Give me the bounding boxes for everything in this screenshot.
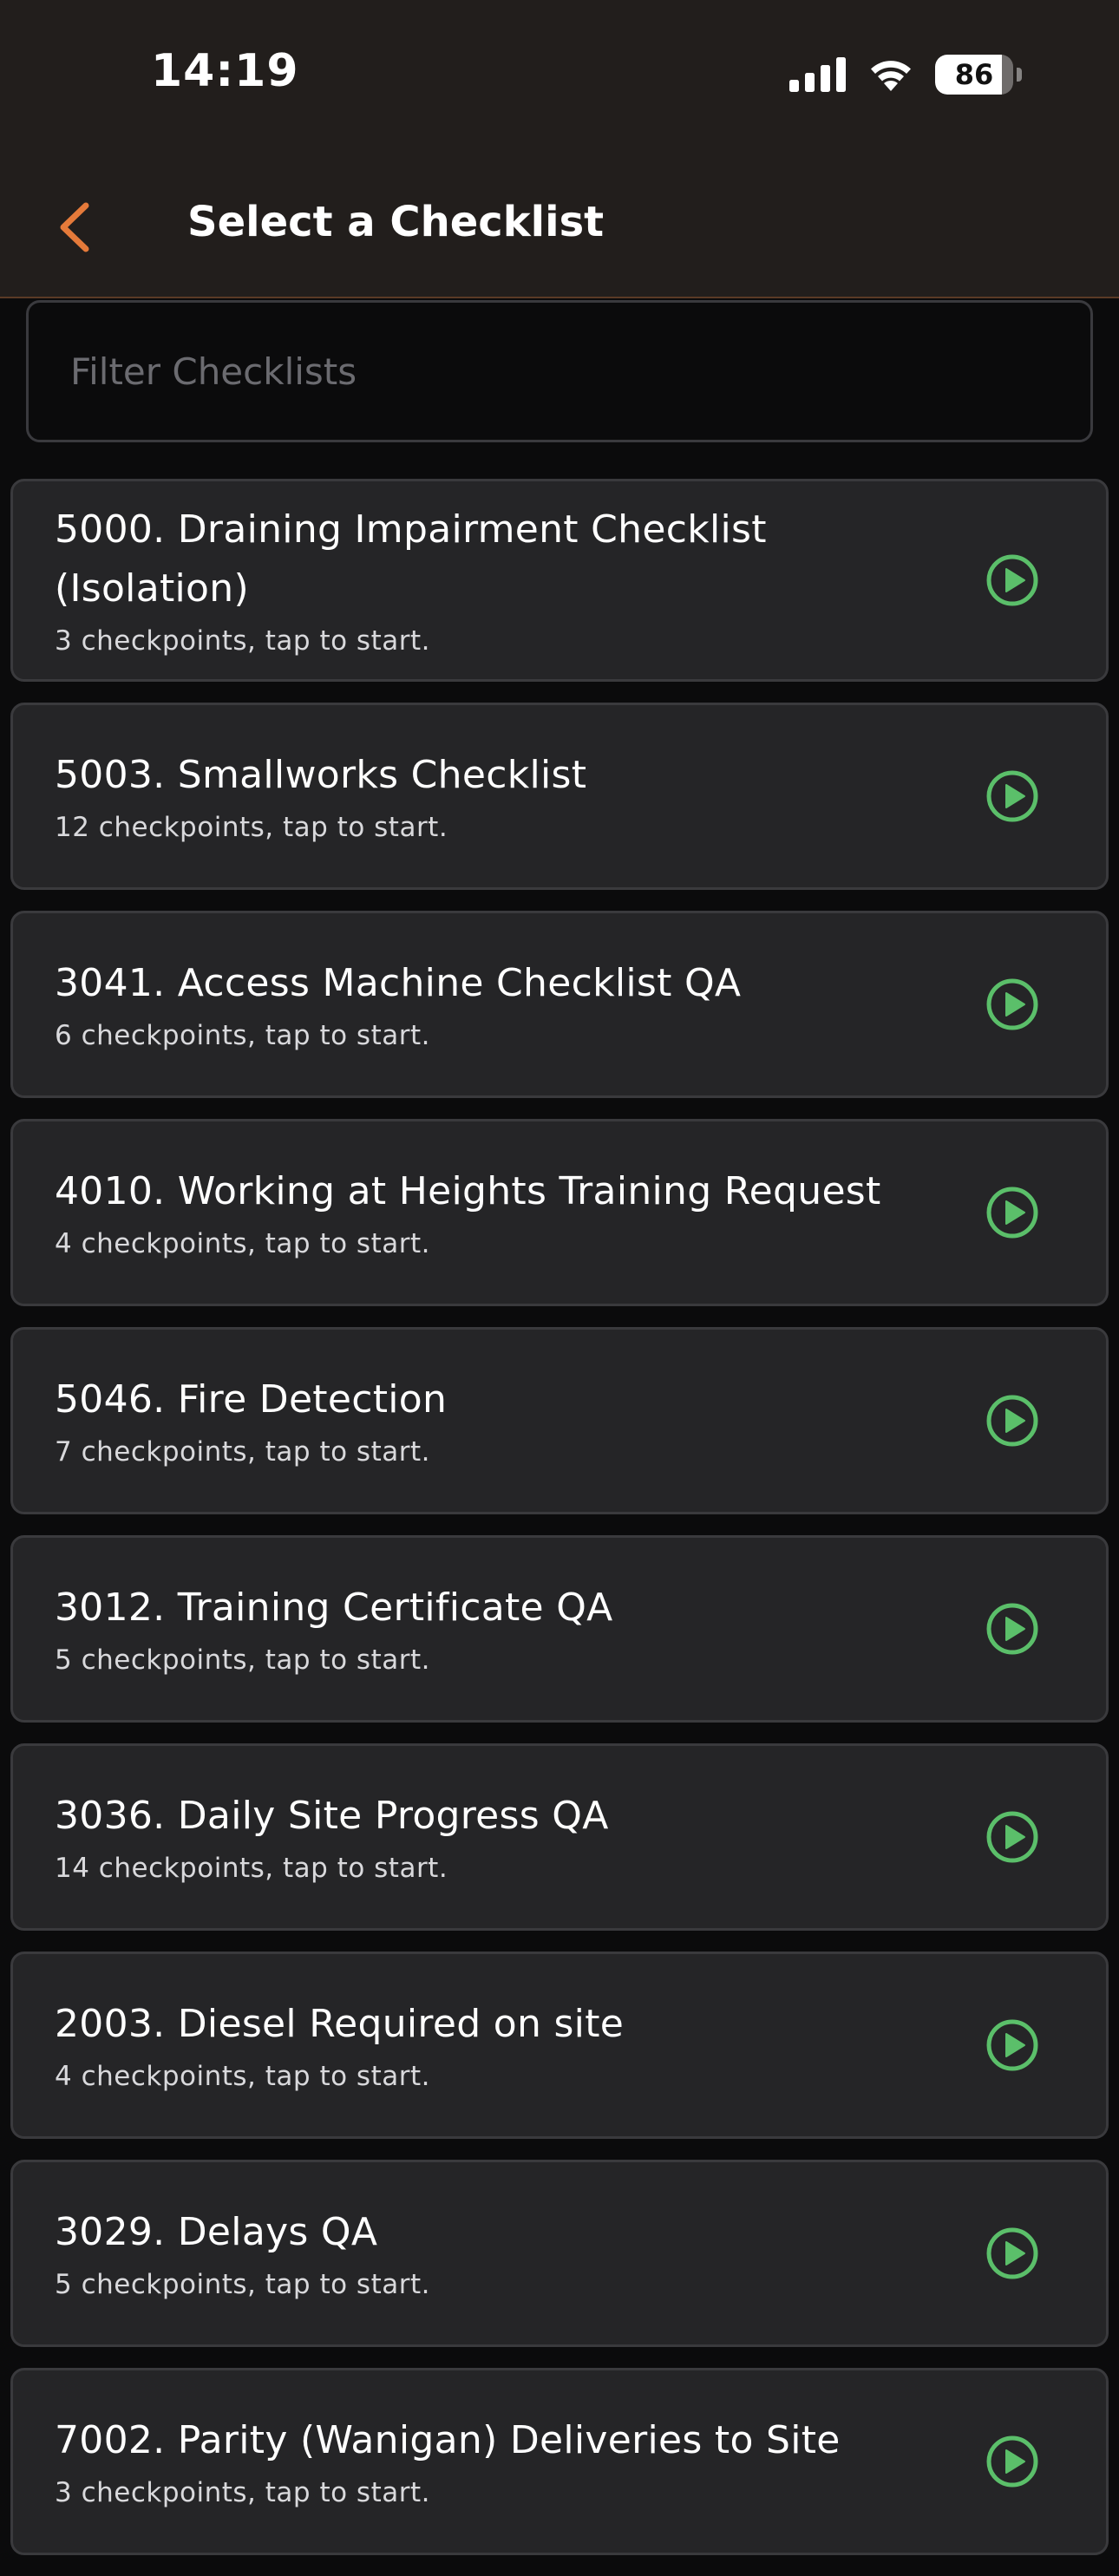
battery-cap [1017, 68, 1022, 82]
checklist-item[interactable]: 2003. Diesel Required on site 4 checkpoin… [10, 1952, 1109, 2139]
checklist-item-text: 3029. Delays QA 5 checkpoints, tap to sta… [55, 2203, 922, 2304]
play-icon[interactable] [985, 1185, 1040, 1240]
play-icon[interactable] [985, 2017, 1040, 2073]
checklist-item[interactable]: 5000. Draining Impairment Checklist (Iso… [10, 479, 1109, 682]
checklist-item-title: 3041. Access Machine Checklist QA [55, 961, 742, 1005]
checklist-item-text: 3012. Training Certificate QA 5 checkpoin… [55, 1579, 922, 1679]
checklist-item[interactable]: 4010. Working at Heights Training Reques… [10, 1119, 1109, 1306]
header-bar: 14:19 86 Select a Checklist [0, 0, 1119, 298]
checklist-item-title: 4010. Working at Heights Training Reques… [55, 1169, 881, 1213]
battery-indicator: 86 [935, 55, 1013, 95]
chevron-left-icon [60, 202, 89, 252]
checklist-item-subtitle: 5 checkpoints, tap to start. [55, 2269, 430, 2300]
filter-field[interactable] [26, 300, 1093, 442]
checklist-item-text: 4010. Working at Heights Training Reques… [55, 1162, 922, 1263]
checklist-item-title: 3036. Daily Site Progress QA [55, 1794, 609, 1838]
checklist-item-title: 5000. Draining Impairment Checklist (Iso… [55, 507, 767, 611]
checklist-item-text: 7002. Parity (Wanigan) Deliveries to Sit… [55, 2411, 922, 2512]
status-time: 14:19 [151, 45, 299, 97]
play-icon[interactable] [985, 1809, 1040, 1865]
checklist-list: 5000. Draining Impairment Checklist (Iso… [10, 479, 1109, 2576]
checklist-item-subtitle: 4 checkpoints, tap to start. [55, 2061, 430, 2092]
checklist-item[interactable]: 5003. Smallworks Checklist 12 checkpoints… [10, 703, 1109, 890]
checklist-item-subtitle: 6 checkpoints, tap to start. [55, 1020, 430, 1051]
checklist-item[interactable]: 7002. Parity (Wanigan) Deliveries to Sit… [10, 2368, 1109, 2555]
checklist-item-subtitle: 14 checkpoints, tap to start. [55, 1853, 448, 1884]
play-icon[interactable] [985, 977, 1040, 1032]
checklist-item-text: 2003. Diesel Required on site 4 checkpoin… [55, 1995, 922, 2095]
play-icon[interactable] [985, 2434, 1040, 2489]
page-title: Select a Checklist [187, 198, 605, 246]
checklist-item-title: 3029. Delays QA [55, 2210, 378, 2254]
checklist-item-subtitle: 7 checkpoints, tap to start. [55, 1436, 430, 1468]
checklist-item-title: 5046. Fire Detection [55, 1377, 448, 1422]
play-icon[interactable] [985, 2226, 1040, 2281]
checklist-item-title: 5003. Smallworks Checklist [55, 753, 587, 797]
checklist-item-title: 7002. Parity (Wanigan) Deliveries to Sit… [55, 2418, 841, 2462]
checklist-item-subtitle: 3 checkpoints, tap to start. [55, 625, 430, 657]
play-icon[interactable] [985, 1393, 1040, 1448]
wifi-icon [871, 61, 911, 91]
cellular-signal-icon [789, 57, 846, 92]
checklist-item[interactable]: 3029. Delays QA 5 checkpoints, tap to sta… [10, 2160, 1109, 2347]
checklist-item-subtitle: 4 checkpoints, tap to start. [55, 1228, 430, 1259]
checklist-item[interactable]: 3041. Access Machine Checklist QA 6 check… [10, 911, 1109, 1098]
checklist-item-text: 3036. Daily Site Progress QA 14 checkpoin… [55, 1787, 922, 1887]
checklist-item-text: 5003. Smallworks Checklist 12 checkpoints… [55, 746, 922, 847]
checklist-item[interactable]: 3012. Training Certificate QA 5 checkpoin… [10, 1535, 1109, 1723]
checklist-item-title: 2003. Diesel Required on site [55, 2002, 625, 2046]
battery-level: 86 [954, 58, 994, 91]
checklist-item[interactable]: 5046. Fire Detection 7 checkpoints, tap t… [10, 1327, 1109, 1514]
checklist-item-text: 5046. Fire Detection 7 checkpoints, tap t… [55, 1370, 922, 1471]
back-button[interactable] [43, 193, 104, 262]
checklist-item-text: 5000. Draining Impairment Checklist (Iso… [55, 500, 922, 660]
checklist-item-text: 3041. Access Machine Checklist QA 6 check… [55, 954, 922, 1055]
checklist-item-subtitle: 3 checkpoints, tap to start. [55, 2477, 430, 2508]
filter-input[interactable] [69, 349, 1090, 394]
play-icon[interactable] [985, 768, 1040, 824]
play-icon[interactable] [985, 552, 1040, 608]
checklist-item-title: 3012. Training Certificate QA [55, 1585, 613, 1630]
status-icons: 86 [789, 52, 1022, 97]
checklist-item-subtitle: 12 checkpoints, tap to start. [55, 812, 448, 843]
play-icon[interactable] [985, 1601, 1040, 1657]
checklist-item[interactable]: 3036. Daily Site Progress QA 14 checkpoin… [10, 1743, 1109, 1931]
checklist-item-subtitle: 5 checkpoints, tap to start. [55, 1644, 430, 1676]
